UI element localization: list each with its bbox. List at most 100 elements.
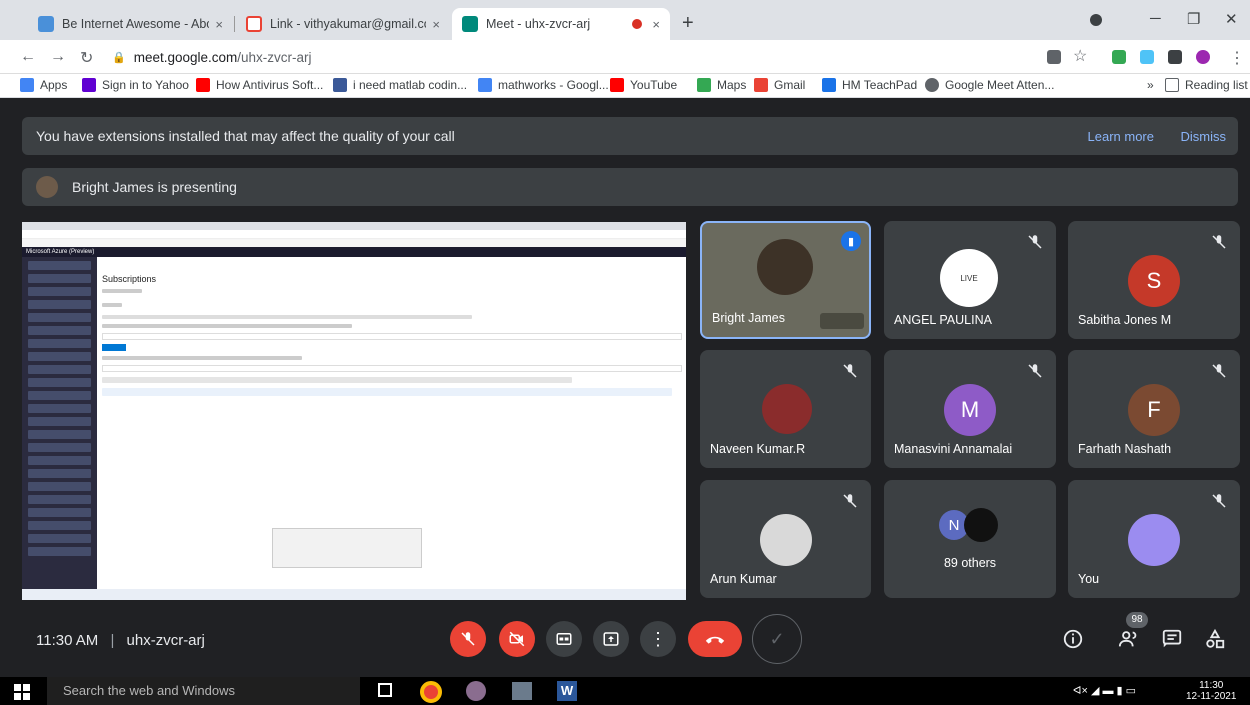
activities-icon[interactable] (1204, 628, 1226, 650)
url-field[interactable]: 🔒 meet.google.com/uhx-zvcr-arj (112, 45, 1072, 69)
turn-on-camera-button[interactable] (499, 621, 535, 657)
windows-start-icon[interactable] (14, 684, 30, 700)
close-tab-icon[interactable]: × (215, 17, 223, 32)
bookmark-yahoo[interactable]: Sign in to Yahoo (82, 78, 189, 92)
close-tab-icon[interactable]: × (432, 17, 440, 32)
forward-icon[interactable]: → (50, 48, 66, 66)
participant-tile-bright-james[interactable]: ▮ Bright James (700, 221, 871, 339)
video-feed-detail (820, 313, 864, 329)
bookmark-label: YouTube (630, 78, 678, 92)
table-row (102, 388, 672, 396)
taskbar-clock[interactable]: 11:30 12-11-2021 (1186, 680, 1236, 702)
extension-icon[interactable] (1140, 50, 1154, 64)
participant-tile-arun-kumar[interactable]: Arun Kumar (700, 480, 871, 598)
app-icon[interactable] (466, 681, 486, 701)
app-icon[interactable] (512, 682, 532, 700)
muted-mic-icon (843, 494, 857, 508)
captions-button[interactable] (546, 621, 582, 657)
raise-hand-button[interactable]: ✓ (752, 614, 802, 664)
bookmark-gmail[interactable]: Gmail (754, 78, 805, 92)
menu-icon[interactable]: ⋮ (1229, 48, 1245, 68)
checkmark-extension-icon[interactable] (1112, 50, 1126, 64)
reading-list-button[interactable]: Reading list (1165, 78, 1248, 92)
participant-tile-others[interactable]: N 89 others (884, 480, 1056, 598)
bookmarks-more[interactable]: » (1147, 78, 1154, 92)
participant-name: Arun Kumar (710, 572, 777, 586)
chat-icon[interactable] (1161, 628, 1183, 650)
live-logo: LIVE (940, 249, 998, 307)
end-call-icon (705, 636, 725, 644)
taskbar-search[interactable]: Search the web and Windows (47, 677, 360, 705)
bookmark-star-icon[interactable]: ☆ (1073, 46, 1087, 66)
participant-count-badge: 98 (1126, 612, 1148, 628)
tab-gmail-link[interactable]: Link - vithyakumar@gmail.com × (236, 8, 450, 40)
bookmark-matlab[interactable]: i need matlab codin... (333, 78, 467, 92)
bookmark-maps[interactable]: Maps (697, 78, 746, 92)
participant-tile-angel-paulina[interactable]: LIVE ANGEL PAULINA (884, 221, 1056, 339)
bookmark-antivirus[interactable]: How Antivirus Soft... (196, 78, 323, 92)
camera-icon[interactable] (1047, 50, 1061, 64)
tab-be-internet-awesome[interactable]: Be Internet Awesome - About × (28, 8, 233, 40)
presenting-text: Bright James is presenting (72, 179, 237, 195)
speaking-icon: ▮ (841, 231, 861, 251)
tab-title: Be Internet Awesome - About (62, 17, 210, 31)
checkmark-icon: ✓ (769, 628, 785, 649)
bookmark-hm-teachpad[interactable]: HM TeachPad (822, 78, 917, 92)
participant-tile-naveen-kumar[interactable]: Naveen Kumar.R (700, 350, 871, 468)
restore-icon[interactable]: ❐ (1187, 10, 1200, 28)
lock-icon: 🔒 (112, 51, 126, 64)
shared-address-bar (22, 230, 686, 239)
address-bar-row: ← → ↻ 🔒 meet.google.com/uhx-zvcr-arj ☆ ⋮ (0, 40, 1250, 74)
system-tray-icons[interactable]: ᐊ× ◢ ▬ ▮ ▭ (1073, 684, 1136, 697)
divider: | (110, 632, 115, 649)
reload-icon[interactable]: ↻ (80, 48, 93, 68)
back-icon[interactable]: ← (20, 48, 36, 66)
bookmark-meet-attendance[interactable]: Google Meet Atten... (925, 78, 1054, 92)
word-icon[interactable]: W (557, 681, 577, 701)
tab-meet[interactable]: Meet - uhx-zvcr-arj × (452, 8, 670, 40)
task-view-icon[interactable] (378, 683, 392, 697)
extensions-puzzle-icon[interactable] (1168, 50, 1182, 64)
people-icon[interactable] (1118, 628, 1140, 650)
shared-taskbar (22, 589, 686, 600)
unmute-mic-button[interactable] (450, 621, 486, 657)
bookmark-mathworks[interactable]: mathworks - Googl... (478, 78, 609, 92)
participant-tile-you[interactable]: You (1068, 480, 1240, 598)
search-row (102, 365, 682, 372)
close-tab-icon[interactable]: × (652, 17, 660, 32)
youtube-icon (196, 78, 210, 92)
avatar-initial: F (1147, 397, 1161, 422)
bookmark-apps[interactable]: Apps (20, 78, 67, 92)
more-options-button[interactable]: ⋮ (640, 621, 676, 657)
avatar-initial: M (960, 397, 980, 422)
avatar (762, 384, 812, 434)
teachpad-icon (822, 78, 836, 92)
new-tab-button[interactable]: + (682, 12, 694, 35)
extensions-banner: You have extensions installed that may a… (22, 117, 1238, 155)
learn-more-link[interactable]: Learn more (1088, 129, 1154, 144)
leave-call-button[interactable] (688, 621, 742, 657)
azure-header: Microsoft Azure (Preview) (22, 247, 686, 257)
others-count: 89 others (943, 556, 997, 570)
close-window-icon[interactable]: ✕ (1225, 10, 1238, 28)
minimize-icon[interactable]: ─ (1150, 10, 1161, 27)
banner-text: You have extensions installed that may a… (36, 128, 455, 144)
profile-dot-icon[interactable] (1090, 14, 1102, 26)
participant-tile-manasvini[interactable]: M Manasvini Annamalai (884, 350, 1056, 468)
line (102, 315, 472, 319)
subscriptions-heading: Subscriptions (102, 274, 157, 284)
presented-screen[interactable]: Microsoft Azure (Preview) Subscriptions (22, 222, 686, 600)
participant-tile-farhath[interactable]: F Farhath Nashath (1068, 350, 1240, 468)
dismiss-button[interactable]: Dismiss (1181, 129, 1227, 144)
chrome-icon[interactable] (420, 681, 442, 703)
meet-attendance-icon (925, 78, 939, 92)
table-header (102, 377, 572, 383)
url-host: meet.google.com (133, 49, 238, 65)
profile-avatar-icon[interactable] (1196, 50, 1210, 64)
gmail-icon (754, 78, 768, 92)
present-now-button[interactable] (593, 621, 629, 657)
tab-title: Meet - uhx-zvcr-arj (486, 17, 591, 31)
participant-tile-sabitha-jones[interactable]: S Sabitha Jones M (1068, 221, 1240, 339)
meeting-details-icon[interactable] (1062, 628, 1084, 650)
bookmark-youtube[interactable]: YouTube (610, 78, 677, 92)
